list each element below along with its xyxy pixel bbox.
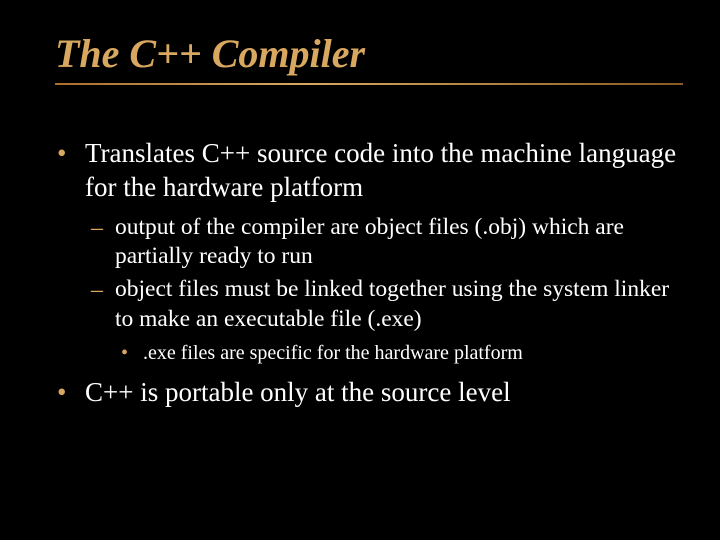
bullet-item: Translates C++ source code into the mach… — [85, 137, 680, 366]
bullet-item: object files must be linked together usi… — [115, 275, 680, 366]
bullet-text: .exe files are specific for the hardware… — [143, 342, 523, 364]
bullet-item: C++ is portable only at the source level — [85, 376, 680, 410]
bullet-list-level1: Translates C++ source code into the mach… — [55, 137, 680, 410]
bullet-item: .exe files are specific for the hardware… — [143, 340, 680, 366]
bullet-text: Translates C++ source code into the mach… — [85, 138, 676, 202]
slide-title: The C++ Compiler — [55, 30, 683, 85]
bullet-text: output of the compiler are object files … — [115, 214, 624, 269]
bullet-list-level2: output of the compiler are object files … — [85, 213, 680, 367]
bullet-item: output of the compiler are object files … — [115, 213, 680, 272]
bullet-list-level3: .exe files are specific for the hardware… — [115, 340, 680, 366]
bullet-text: object files must be linked together usi… — [115, 276, 669, 331]
slide: The C++ Compiler Translates C++ source c… — [0, 0, 720, 540]
bullet-text: C++ is portable only at the source level — [85, 377, 511, 407]
